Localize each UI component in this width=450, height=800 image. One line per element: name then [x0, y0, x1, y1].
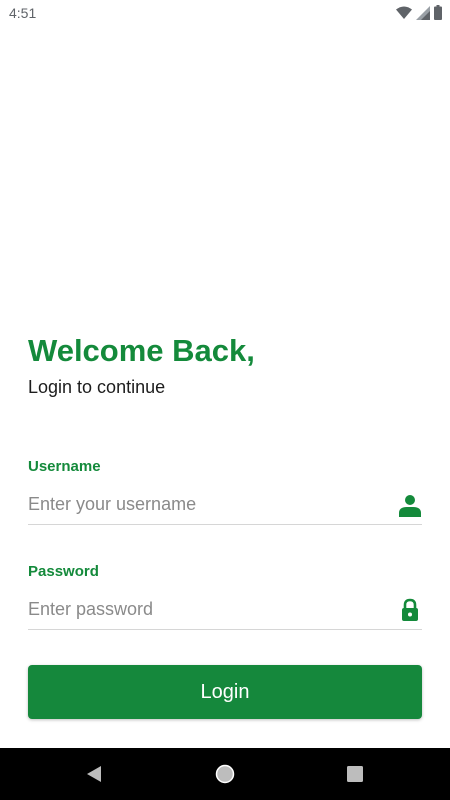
back-icon[interactable]	[84, 764, 104, 784]
login-button[interactable]: Login	[28, 665, 422, 719]
password-field-container	[28, 590, 422, 630]
password-label: Password	[28, 563, 99, 580]
cellular-signal-icon	[416, 5, 430, 20]
page-subtitle: Login to continue	[28, 377, 166, 397]
status-time: 4:51	[9, 5, 37, 21]
recents-icon[interactable]	[345, 764, 365, 784]
wifi-icon	[396, 6, 412, 19]
status-bar: 4:51	[0, 0, 450, 26]
battery-icon	[434, 5, 442, 20]
person-icon	[399, 495, 421, 517]
home-icon[interactable]	[215, 764, 235, 784]
page-title: Welcome Back,	[28, 333, 255, 368]
username-label: Username	[28, 458, 101, 475]
status-icons	[396, 5, 442, 20]
navigation-bar	[0, 748, 450, 800]
username-field-container	[28, 485, 422, 525]
password-input[interactable]	[28, 590, 388, 628]
username-input[interactable]	[28, 485, 388, 523]
lock-icon	[402, 598, 418, 621]
